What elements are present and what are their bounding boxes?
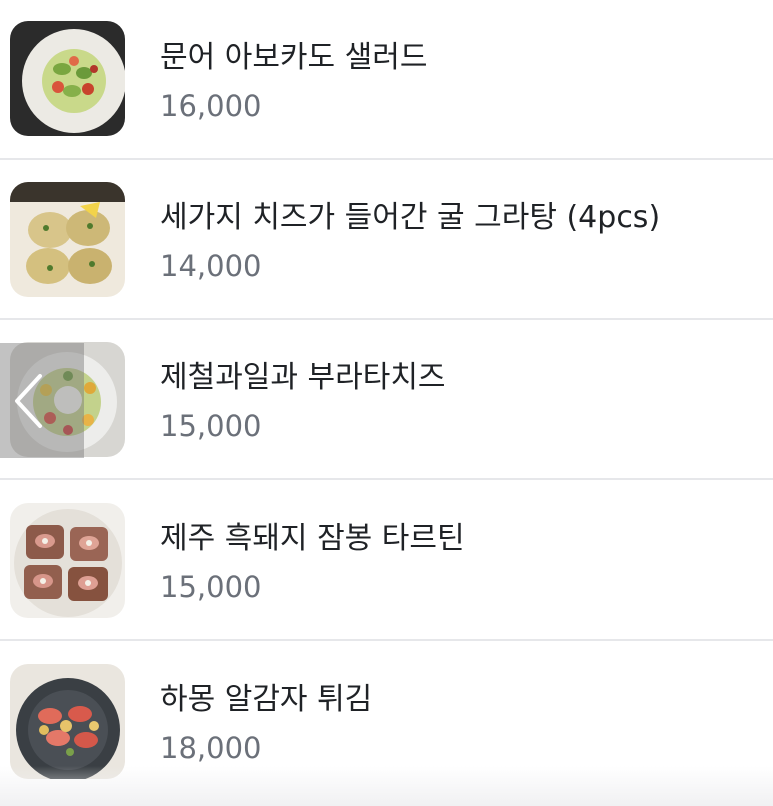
- menu-item-oyster-gratin[interactable]: 세가지 치즈가 들어간 굴 그라탕 (4pcs) 14,000: [0, 160, 773, 320]
- divider: [0, 639, 773, 641]
- menu-item-price: 16,000: [160, 89, 262, 123]
- menu-item-name: 제주 흑돼지 잠봉 타르틴: [160, 521, 465, 556]
- menu-item-name: 문어 아보카도 샐러드: [160, 40, 428, 75]
- carousel-prev-button[interactable]: [0, 343, 84, 458]
- menu-item-octopus-avocado-salad[interactable]: 문어 아보카도 샐러드 16,000: [0, 0, 773, 160]
- jambon-tartine-photo: [10, 503, 125, 618]
- menu-item-price: 14,000: [160, 249, 262, 283]
- menu-item-jambon-tartine[interactable]: 제주 흑돼지 잠봉 타르틴 15,000: [0, 481, 773, 641]
- menu-list: 문어 아보카도 샐러드 16,000 세가지 치즈가 들어간 굴 그라탕 (4p…: [0, 0, 773, 806]
- menu-item-price: 15,000: [160, 409, 262, 443]
- menu-item-name: 제철과일과 부라타치즈: [160, 360, 446, 395]
- divider: [0, 478, 773, 480]
- menu-item-name: 세가지 치즈가 들어간 굴 그라탕 (4pcs): [160, 200, 661, 235]
- menu-item-price: 18,000: [160, 731, 262, 765]
- jamon-potato-photo: [10, 664, 125, 779]
- menu-item-price: 15,000: [160, 570, 262, 604]
- menu-item-name: 하몽 알감자 튀김: [160, 682, 373, 717]
- octopus-avocado-salad-photo: [10, 21, 125, 136]
- chevron-left-icon: [15, 374, 42, 428]
- oyster-gratin-photo: [10, 182, 125, 297]
- bottom-fade: [0, 766, 773, 806]
- menu-item-fruit-burrata[interactable]: 제철과일과 부라타치즈 15,000: [0, 320, 773, 480]
